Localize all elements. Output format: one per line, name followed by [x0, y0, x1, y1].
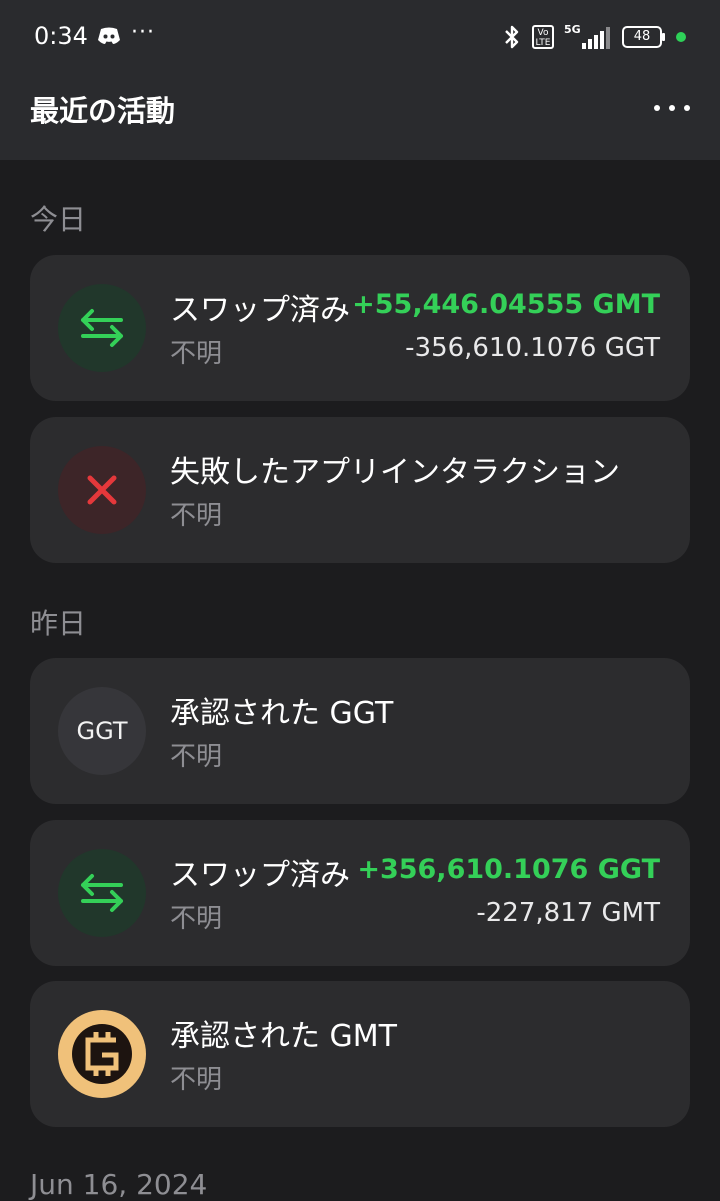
- more-options-button[interactable]: [654, 96, 690, 120]
- status-bar: 0:34 ··· Vo LTE 5G 48: [0, 0, 720, 74]
- amount-received: +356,610.1076 GGT: [357, 854, 660, 885]
- page-title: 最近の活動: [30, 94, 176, 128]
- gmt-token-icon: [58, 1010, 146, 1098]
- activity-item-approved-ggt[interactable]: GGT 承認された GGT 不明: [30, 658, 690, 804]
- battery-level: 48: [633, 29, 651, 44]
- close-icon: [87, 475, 117, 505]
- discord-icon: [98, 27, 120, 44]
- amount-sent: -356,610.1076 GGT: [405, 333, 660, 363]
- activity-subtitle: 不明: [170, 742, 223, 772]
- activity-title: 承認された GMT: [170, 1019, 397, 1054]
- amount-received: +55,446.04555 GMT: [352, 289, 660, 320]
- activity-title: スワップ済み: [170, 858, 350, 893]
- app-bar: 最近の活動: [0, 74, 720, 160]
- activity-item-swap[interactable]: スワップ済み 不明 +356,610.1076 GGT -227,817 GMT: [30, 820, 690, 966]
- ggt-token-icon: GGT: [58, 687, 146, 775]
- signal-icon: 5G: [564, 23, 612, 49]
- swap-icon-container: [58, 284, 146, 372]
- amount-sent: -227,817 GMT: [476, 898, 660, 928]
- section-header-today: 今日: [30, 203, 87, 236]
- status-more-indicator: ···: [131, 20, 155, 45]
- activity-title: 失敗したアプリインタラクション: [170, 455, 620, 490]
- status-time: 0:34: [34, 22, 88, 50]
- volte-indicator: Vo LTE: [532, 25, 554, 49]
- privacy-indicator-dot: [676, 32, 686, 42]
- section-header-yesterday: 昨日: [30, 607, 87, 640]
- ggt-token-label: GGT: [76, 717, 128, 745]
- activity-title: 承認された GGT: [170, 696, 394, 731]
- activity-title: スワップ済み: [170, 293, 350, 328]
- battery-icon: 48: [622, 26, 665, 48]
- status-right-group: Vo LTE 5G 48: [502, 22, 686, 52]
- swap-arrows-icon: [81, 874, 123, 912]
- activity-subtitle: 不明: [170, 339, 223, 369]
- activity-subtitle: 不明: [170, 904, 223, 934]
- section-header-date: Jun 16, 2024: [30, 1168, 208, 1201]
- activity-subtitle: 不明: [170, 501, 223, 531]
- gmt-coin-glyph: [65, 1017, 139, 1091]
- swap-icon-container: [58, 849, 146, 937]
- swap-arrows-icon: [81, 309, 123, 347]
- activity-item-failed[interactable]: 失敗したアプリインタラクション 不明: [30, 417, 690, 563]
- more-dot-icon: [684, 105, 690, 111]
- activity-item-approved-gmt[interactable]: 承認された GMT 不明: [30, 981, 690, 1127]
- failed-icon-container: [58, 446, 146, 534]
- bluetooth-icon: [505, 25, 519, 49]
- activity-item-swap[interactable]: スワップ済み 不明 +55,446.04555 GMT -356,610.107…: [30, 255, 690, 401]
- more-dot-icon: [654, 105, 660, 111]
- activity-subtitle: 不明: [170, 1065, 223, 1095]
- more-dot-icon: [669, 105, 675, 111]
